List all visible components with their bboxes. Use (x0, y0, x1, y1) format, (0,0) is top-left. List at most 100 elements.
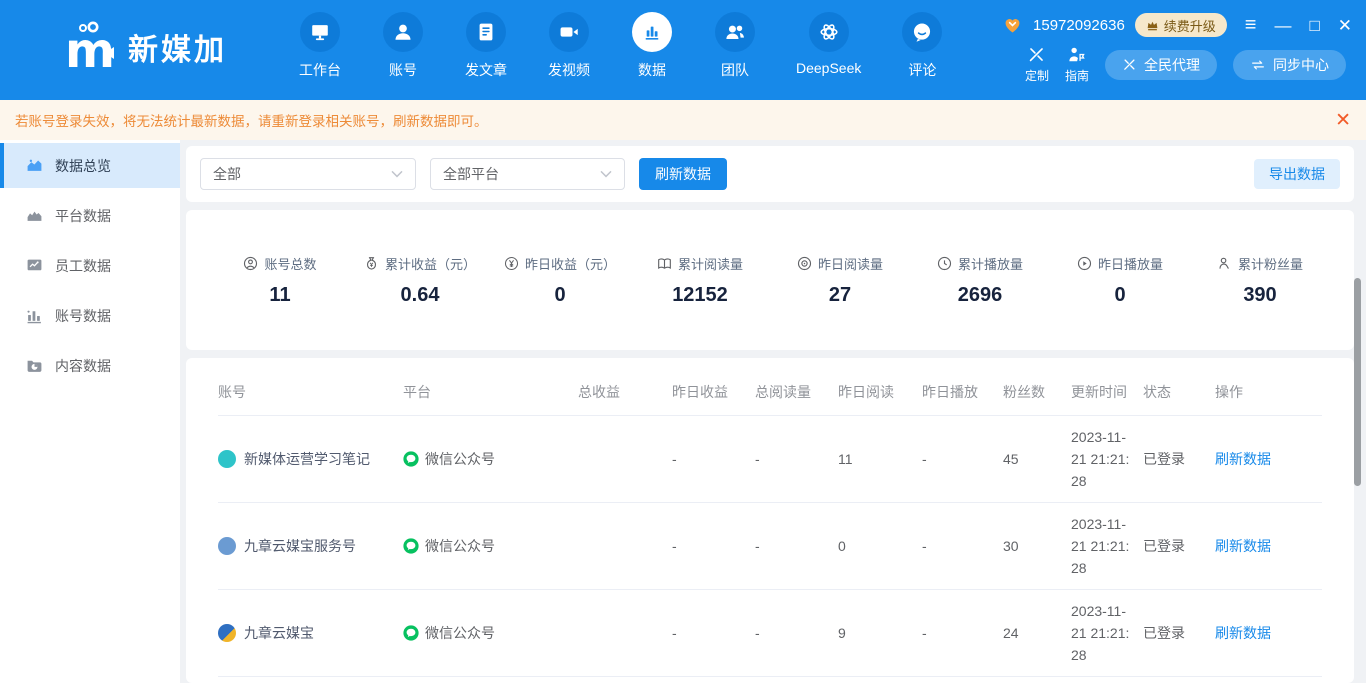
chevron-down-icon (391, 170, 403, 178)
nav-tab-publish-video[interactable]: 发视频 (547, 12, 591, 80)
app-logo: m 新媒加 (62, 20, 227, 74)
sidebar-item-account-data[interactable]: 账号数据 (0, 293, 180, 338)
refresh-row-link[interactable]: 刷新数据 (1215, 451, 1271, 467)
agency-button[interactable]: 全民代理 (1105, 50, 1217, 80)
wechat-icon (403, 625, 419, 641)
close-button[interactable]: ✕ (1338, 17, 1352, 34)
menu-button[interactable]: ≡ (1245, 15, 1257, 35)
stat-total-plays: 累计播放量 2696 (910, 254, 1050, 307)
scrollbar[interactable] (1354, 278, 1361, 486)
account-filter-select[interactable]: 全部 (200, 158, 416, 190)
account-cell: 新媒体运营学习笔记 (218, 449, 403, 469)
status-badge: 已登录 (1143, 449, 1215, 469)
video-camera-icon (549, 12, 589, 52)
header-user-area: 15972092636 续费升级 ≡ — □ ✕ (1002, 13, 1352, 37)
mountain-chart-icon (26, 207, 43, 224)
refresh-row-link[interactable]: 刷新数据 (1215, 625, 1271, 641)
guide-button[interactable]: 指南 (1065, 45, 1089, 84)
filter-bar: 全部 全部平台 刷新数据 导出数据 (186, 146, 1354, 202)
account-avatar (218, 537, 236, 555)
user-icon (383, 12, 423, 52)
sidebar-item-platform-data[interactable]: 平台数据 (0, 193, 180, 238)
renew-upgrade-button[interactable]: 续费升级 (1135, 13, 1227, 37)
nav-tab-data[interactable]: 数据 (630, 12, 674, 80)
nav-tab-account[interactable]: 账号 (381, 12, 425, 80)
wechat-icon (403, 451, 419, 467)
nav-tab-team[interactable]: DeepSeek 团队 (713, 12, 757, 80)
crossed-pens-icon (1027, 45, 1046, 64)
monitor-icon (300, 12, 340, 52)
main-content: 全部 全部平台 刷新数据 导出数据 账号总数 11 (180, 140, 1366, 683)
nav-tab-deepseek[interactable]: DeepSeek (796, 12, 861, 80)
stat-yesterday-reads: 昨日阅读量 27 (770, 254, 910, 307)
header-quick-actions: 定制 指南 全民代理 同步中心 (1025, 45, 1346, 84)
book-icon (657, 256, 672, 271)
user-circle-icon (243, 256, 258, 271)
account-avatar (218, 624, 236, 642)
minimize-button[interactable]: — (1274, 17, 1291, 34)
nav-tab-workbench[interactable]: 工作台 (298, 12, 342, 80)
stats-overview: 账号总数 11 累计收益（元） 0.64 昨日收益（元） (186, 210, 1354, 350)
money-bag-icon (364, 256, 379, 271)
refresh-data-button[interactable]: 刷新数据 (639, 158, 727, 190)
banner-close-icon[interactable]: ✕ (1335, 109, 1351, 132)
sidebar-item-data-overview[interactable]: 数据总览 (0, 143, 180, 188)
folder-pie-icon (26, 357, 43, 374)
logo-text: 新媒加 (128, 25, 227, 69)
nav-tab-publish-article[interactable]: 发文章 (464, 12, 508, 80)
account-cell: 九章云媒宝 (218, 623, 403, 643)
stat-total-reads: 累计阅读量 12152 (630, 254, 770, 307)
play-circle-icon (1077, 256, 1092, 271)
chevron-down-icon (600, 170, 612, 178)
updated-time: 2023-11-21 21:21:28 (1071, 426, 1133, 492)
stat-yesterday-plays: 昨日播放量 0 (1050, 254, 1190, 307)
account-cell: 九章云媒宝服务号 (218, 536, 403, 556)
crossed-pens-icon (1122, 57, 1137, 72)
updated-time: 2023-11-21 21:21:28 (1071, 600, 1133, 666)
window-controls: ≡ — □ ✕ (1245, 15, 1352, 35)
top-header: m 新媒加 工作台 账号 发文章 (0, 0, 1366, 100)
sync-center-button[interactable]: 同步中心 (1233, 50, 1346, 80)
user-phone: 15972092636 (1033, 17, 1125, 34)
article-icon (466, 12, 506, 52)
board-chart-icon (26, 257, 43, 274)
accounts-table: 账号 平台 总收益 昨日收益 总阅读量 昨日阅读 昨日播放 粉丝数 更新时间 状… (186, 358, 1354, 683)
export-data-button[interactable]: 导出数据 (1254, 159, 1340, 189)
stat-total-fans: 累计粉丝量 390 (1190, 254, 1330, 307)
bar-chart-icon (632, 12, 672, 52)
platform-cell: 微信公众号 (403, 536, 578, 556)
eye-target-icon (797, 256, 812, 271)
clock-icon (937, 256, 952, 271)
logo-mark-icon: m (62, 20, 116, 74)
sidebar-item-employee-data[interactable]: 员工数据 (0, 243, 180, 288)
table-header-row: 账号 平台 总收益 昨日收益 总阅读量 昨日阅读 昨日播放 粉丝数 更新时间 状… (218, 368, 1322, 416)
platform-filter-select[interactable]: 全部平台 (430, 158, 625, 190)
deepseek-knot-icon (809, 12, 849, 52)
crown-icon (1146, 19, 1159, 32)
team-icon (715, 12, 755, 52)
membership-heart-icon (1002, 15, 1023, 35)
bars-chart-icon (26, 307, 43, 324)
refresh-row-link[interactable]: 刷新数据 (1215, 538, 1271, 554)
maximize-button[interactable]: □ (1309, 17, 1319, 34)
wechat-icon (403, 538, 419, 554)
sidebar-item-content-data[interactable]: 内容数据 (0, 343, 180, 388)
guide-person-icon (1067, 45, 1086, 64)
app-window: m 新媒加 工作台 账号 发文章 (0, 0, 1366, 683)
nav-tab-comment[interactable]: 评论 (900, 12, 944, 80)
warning-text: 若账号登录失效，将无法统计最新数据，请重新登录相关账号，刷新数据即可。 (15, 110, 488, 130)
customize-button[interactable]: 定制 (1025, 45, 1049, 84)
stat-total-accounts: 账号总数 11 (210, 254, 350, 307)
table-row: 九章云媒宝服务号 微信公众号 - - 0 - 30 2023-11-21 21:… (218, 503, 1322, 590)
main-nav: 工作台 账号 发文章 发视频 (298, 12, 944, 80)
status-badge: 已登录 (1143, 536, 1215, 556)
fans-icon (1217, 256, 1232, 271)
sync-arrows-icon (1250, 57, 1266, 73)
stat-total-revenue: 累计收益（元） 0.64 (350, 254, 490, 307)
comment-bubble-icon (902, 12, 942, 52)
status-badge: 已登录 (1143, 623, 1215, 643)
warning-banner: 若账号登录失效，将无法统计最新数据，请重新登录相关账号，刷新数据即可。 ✕ (0, 100, 1366, 140)
stat-yesterday-revenue: 昨日收益（元） 0 (490, 254, 630, 307)
sidebar: 数据总览 平台数据 员工数据 账号数据 内容数据 (0, 140, 180, 683)
svg-text:m: m (65, 23, 115, 74)
